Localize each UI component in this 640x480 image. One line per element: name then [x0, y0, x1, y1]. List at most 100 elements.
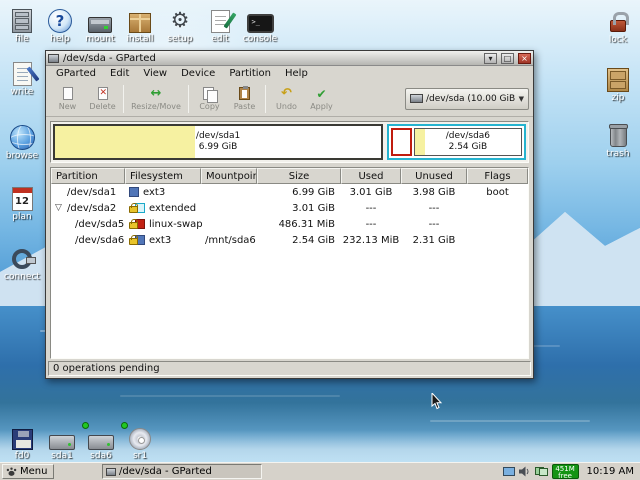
used-space-fill: [55, 126, 195, 158]
desktop-icon-connect[interactable]: connect: [0, 241, 44, 283]
display-icon[interactable]: [503, 467, 515, 476]
close-button[interactable]: [518, 53, 531, 64]
desktop-icon-browse[interactable]: browse: [0, 120, 44, 162]
menu-help[interactable]: Help: [278, 67, 315, 81]
toolbar: New Delete Resize/Move Copy Paste Undo A…: [46, 81, 533, 117]
floppy-icon: [0, 420, 44, 450]
padlock-icon: [596, 4, 640, 34]
gparted-task-icon: [106, 468, 116, 476]
visual-partition-sda5[interactable]: [391, 128, 412, 156]
desktop-icon-console[interactable]: console: [238, 3, 282, 45]
table-row-sda1[interactable]: /dev/sda1 ext3 6.99 GiB 3.01 GiB 3.98 Gi…: [51, 184, 528, 200]
filesystem-color-swatch: [129, 187, 139, 197]
help-icon: [38, 3, 82, 33]
visual-partition-sda1[interactable]: /dev/sda1 6.99 GiB: [53, 124, 383, 160]
desktop-icon-sda1[interactable]: sda1: [40, 420, 84, 462]
desktop-icon-plan[interactable]: 12 plan: [0, 181, 44, 223]
globe-icon: [0, 120, 44, 150]
visual-extended-partition[interactable]: /dev/sda6 2.54 GiB: [387, 124, 526, 160]
new-button[interactable]: New: [50, 82, 85, 115]
trash-can-icon: [596, 118, 640, 148]
apply-button[interactable]: Apply: [304, 82, 339, 115]
partition-visual-bar: /dev/sda1 6.99 GiB /dev/sda6 2.54 GiB: [50, 121, 529, 163]
pencil-pad-icon: [198, 3, 242, 33]
table-row-sda5[interactable]: /dev/sda5 linux-swap 486.31 MiB --- ---: [51, 216, 528, 232]
column-mountpoint[interactable]: Mountpoint: [201, 168, 257, 184]
chevron-down-icon: [519, 95, 524, 103]
cable-plug-icon: [0, 241, 44, 271]
gparted-window: /dev/sda - GParted GParted Edit View Dev…: [45, 50, 534, 379]
desktop-icon-zip[interactable]: zip: [596, 62, 640, 104]
visual-partition-sda6[interactable]: /dev/sda6 2.54 GiB: [414, 128, 522, 156]
clock: 10:19 AM: [583, 466, 638, 477]
paste-icon: [239, 87, 250, 100]
desktop-icon-lock[interactable]: lock: [596, 4, 640, 46]
status-bar: 0 operations pending: [48, 361, 531, 376]
desktop-icon-setup[interactable]: setup: [158, 3, 202, 45]
menu-gparted[interactable]: GParted: [49, 67, 103, 81]
copy-button[interactable]: Copy: [192, 82, 227, 115]
harddrive-icon: [79, 420, 123, 450]
desktop-icon-help[interactable]: help: [38, 3, 82, 45]
undo-button[interactable]: Undo: [269, 82, 304, 115]
table-row-sda2[interactable]: /dev/sda2 extended 3.01 GiB --- ---: [51, 200, 528, 216]
window-title: /dev/sda - GParted: [63, 52, 480, 65]
new-partition-icon: [63, 87, 73, 100]
column-unused[interactable]: Unused: [401, 168, 467, 184]
menu-button[interactable]: Menu: [2, 464, 54, 479]
terminal-icon: [238, 3, 282, 33]
desktop-icon-sda6[interactable]: sda6: [79, 420, 123, 462]
menu-edit[interactable]: Edit: [103, 67, 136, 81]
calendar-icon: 12: [0, 181, 44, 211]
desktop-icon-mount[interactable]: mount: [78, 3, 122, 45]
package-icon: [118, 3, 162, 33]
desktop-icon-write[interactable]: write: [0, 56, 44, 98]
maximize-button[interactable]: [501, 53, 514, 64]
taskbar-window-button[interactable]: /dev/sda - GParted: [102, 464, 262, 479]
table-row-sda6[interactable]: /dev/sda6 ext3 /mnt/sda6 2.54 GiB 232.13…: [51, 232, 528, 248]
expander-icon[interactable]: [55, 202, 62, 214]
desktop-icon-sr1[interactable]: sr1: [118, 420, 162, 462]
menu-device[interactable]: Device: [174, 67, 222, 81]
pen-page-icon: [0, 56, 44, 86]
titlebar[interactable]: /dev/sda - GParted: [46, 51, 533, 66]
column-flags[interactable]: Flags: [467, 168, 528, 184]
partition-label: /dev/sda1 6.99 GiB: [196, 131, 240, 153]
gear-icon: [158, 3, 202, 33]
device-selector[interactable]: /dev/sda (10.00 GiB): [405, 88, 529, 110]
paw-icon: [6, 466, 17, 477]
resize-arrows-icon: [151, 86, 162, 101]
system-tray: 451M free 10:19 AM: [503, 464, 638, 479]
desktop-icon-trash[interactable]: trash: [596, 118, 640, 160]
apply-check-icon: [316, 86, 326, 101]
toolbar-separator: [123, 85, 124, 113]
mounted-indicator: [121, 422, 128, 429]
column-size[interactable]: Size: [257, 168, 341, 184]
network-icon[interactable]: [535, 467, 548, 476]
partition-table: Partition Filesystem Mountpoint Size Use…: [50, 167, 529, 359]
volume-icon[interactable]: [519, 466, 531, 477]
window-app-icon: [48, 54, 59, 63]
desktop-icon-fd0[interactable]: fd0: [0, 420, 44, 462]
menu-partition[interactable]: Partition: [222, 67, 278, 81]
resize-move-button[interactable]: Resize/Move: [127, 82, 185, 115]
drawer-chest-icon: [596, 62, 640, 92]
column-partition[interactable]: Partition: [51, 168, 125, 184]
column-filesystem[interactable]: Filesystem: [125, 168, 201, 184]
mount-drive-icon: [78, 3, 122, 33]
desktop-icon-install[interactable]: install: [118, 3, 162, 45]
desktop-icon-edit[interactable]: edit: [198, 3, 242, 45]
paste-button[interactable]: Paste: [227, 82, 262, 115]
harddrive-icon: [40, 420, 84, 450]
menubar: GParted Edit View Device Partition Help: [46, 66, 533, 81]
cd-disc-icon: [118, 420, 162, 450]
mouse-cursor: [431, 393, 443, 411]
toolbar-separator: [265, 85, 266, 113]
delete-button[interactable]: Delete: [85, 82, 120, 115]
minimize-button[interactable]: [484, 53, 497, 64]
column-used[interactable]: Used: [341, 168, 401, 184]
lock-icon: [129, 222, 138, 229]
menu-view[interactable]: View: [136, 67, 174, 81]
free-memory-badge[interactable]: 451M free: [552, 464, 579, 479]
table-header: Partition Filesystem Mountpoint Size Use…: [51, 168, 528, 184]
